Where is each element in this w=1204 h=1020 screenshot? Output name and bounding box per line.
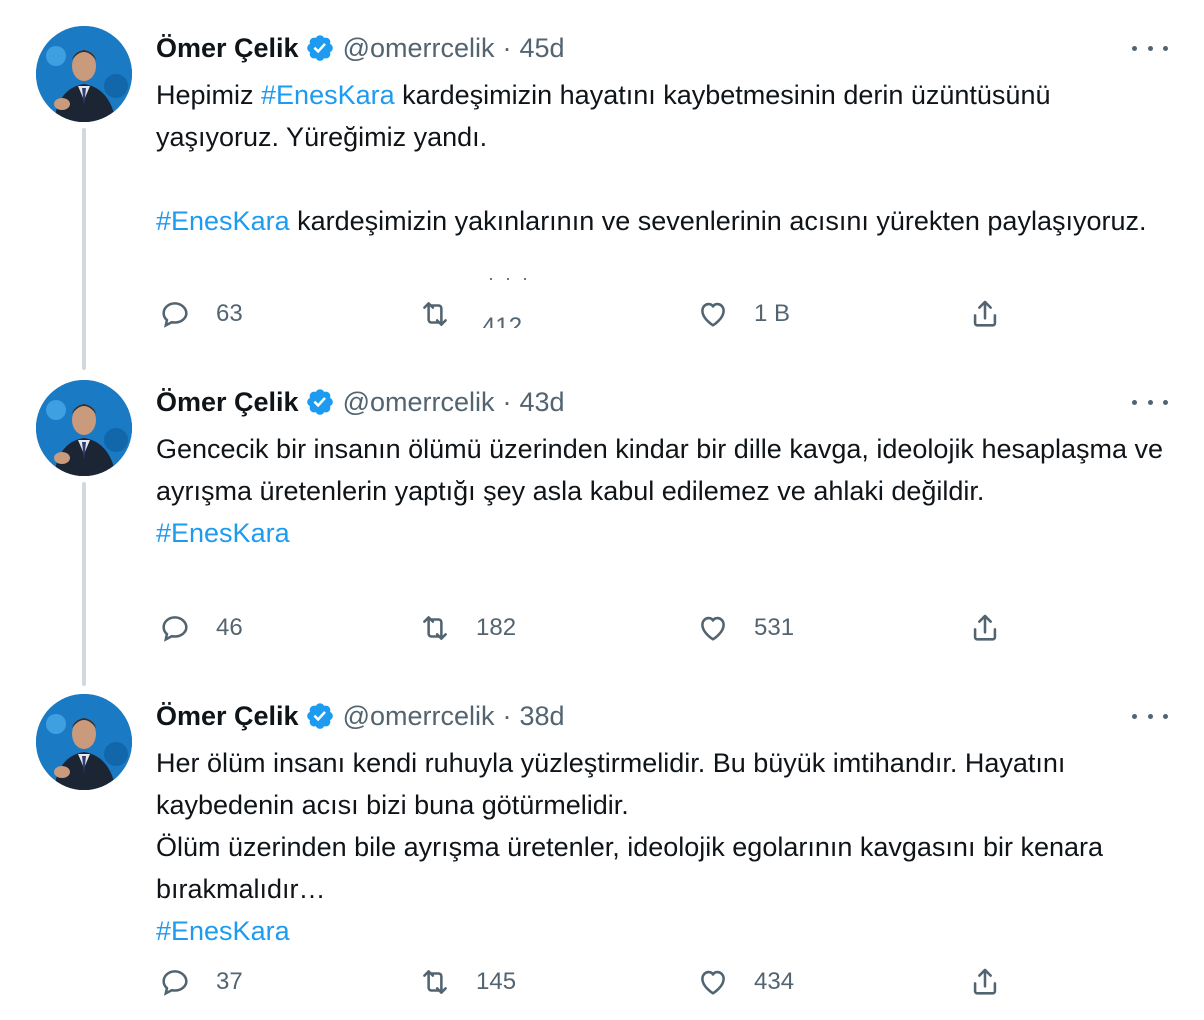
more-options-icon[interactable] <box>1132 390 1168 414</box>
tweet-text-segment: kardeşimizin yakınlarının ve sevenlerini… <box>289 206 1147 236</box>
profile-photo-icon <box>36 380 132 476</box>
author-handle[interactable]: @omerrcelik <box>343 33 495 64</box>
action-bar: 46 182 531 <box>156 608 1016 648</box>
timestamp[interactable]: 38d <box>520 701 565 732</box>
tweet-paragraph: #EnesKara kardeşimizin yakınlarının ve s… <box>156 200 1166 242</box>
retweet-count: 182 <box>476 614 517 641</box>
tweet-text-segment: Hepimiz <box>156 80 262 110</box>
share-icon <box>973 614 997 641</box>
tweet[interactable]: Ömer Çelik @omerrcelik · 45d Hepimiz #En… <box>0 26 1204 346</box>
author-name[interactable]: Ömer Çelik <box>156 701 299 732</box>
verified-badge-icon <box>305 387 335 417</box>
reply-button[interactable]: 63 <box>158 294 243 334</box>
verified-badge-icon <box>305 701 335 731</box>
tweet-text: Her ölüm insanı kendi ruhuyla yüzleştirm… <box>156 742 1166 952</box>
retweet-icon <box>423 970 447 994</box>
share-button[interactable] <box>968 962 1002 1002</box>
hashtag-link[interactable]: #EnesKara <box>156 518 290 548</box>
tweet-paragraph: #EnesKara <box>156 910 1166 952</box>
tweet-text-segment: Gencecik bir insanın ölümü üzerinden kin… <box>156 434 1164 506</box>
avatar[interactable] <box>36 380 132 476</box>
tweet-paragraph: Ölüm üzerinden bile ayrışma üretenler, i… <box>156 826 1166 910</box>
like-count: 531 <box>754 614 795 641</box>
tweet[interactable]: Ömer Çelik @omerrcelik · 43d Gencecik bi… <box>0 380 1204 660</box>
more-options-icon[interactable] <box>1132 704 1168 728</box>
author-name[interactable]: Ömer Çelik <box>156 33 299 64</box>
separator: · <box>502 32 512 63</box>
reply-count: 46 <box>216 614 243 641</box>
tweet-paragraph: Gencecik bir insanın ölümü üzerinden kin… <box>156 428 1166 512</box>
tweet-paragraph: Her ölüm insanı kendi ruhuyla yüzleştirm… <box>156 742 1166 826</box>
retweet-button[interactable]: · · · 412 <box>418 268 1204 334</box>
share-button[interactable] <box>968 608 1002 648</box>
retweet-icon <box>423 302 447 326</box>
profile-photo-icon <box>36 694 132 790</box>
heart-icon <box>701 970 725 995</box>
separator: · <box>502 700 512 731</box>
reply-icon <box>162 302 188 328</box>
heart-icon <box>701 302 725 327</box>
action-bar: 37 145 434 <box>156 962 1016 1002</box>
share-button[interactable] <box>968 294 1002 334</box>
tweet-text: Hepimiz #EnesKara kardeşimizin hayatını … <box>156 74 1166 242</box>
reply-button[interactable]: 46 <box>158 608 243 648</box>
tweet-text-segment: Ölüm üzerinden bile ayrışma üretenler, i… <box>156 832 1104 904</box>
like-button[interactable]: 1 B <box>696 294 790 334</box>
reply-button[interactable]: 37 <box>158 962 243 1002</box>
tweet[interactable]: Ömer Çelik @omerrcelik · 38d Her ölüm in… <box>0 694 1204 1014</box>
like-button[interactable]: 434 <box>696 962 794 1002</box>
tweet-paragraph: #EnesKara <box>156 512 1166 554</box>
more-options-icon[interactable] <box>1132 36 1168 60</box>
like-count: 434 <box>754 968 795 995</box>
heart-icon <box>701 616 725 641</box>
like-count: 1 B <box>754 300 791 327</box>
reply-count: 63 <box>216 300 243 327</box>
timestamp[interactable]: 43d <box>520 387 565 418</box>
author-handle[interactable]: @omerrcelik <box>343 701 495 732</box>
reply-icon <box>162 616 188 642</box>
retweet-count: 412 <box>482 313 523 328</box>
retweet-overflow-dots: · · · <box>488 268 531 288</box>
tweet-paragraph: Hepimiz #EnesKara kardeşimizin hayatını … <box>156 74 1166 158</box>
profile-photo-icon <box>36 26 132 122</box>
hashtag-link[interactable]: #EnesKara <box>156 206 290 236</box>
reply-count: 37 <box>216 968 243 995</box>
share-icon <box>973 300 997 327</box>
verified-badge-icon <box>305 33 335 63</box>
avatar[interactable] <box>36 26 132 122</box>
retweet-count: 145 <box>476 968 517 995</box>
share-icon <box>973 968 997 995</box>
retweet-button[interactable]: 145 <box>418 962 516 1002</box>
author-name[interactable]: Ömer Çelik <box>156 387 299 418</box>
action-bar: 63 · · · 412 1 B <box>156 268 1016 334</box>
reply-icon <box>162 970 188 996</box>
timestamp[interactable]: 45d <box>520 33 565 64</box>
retweet-icon <box>423 616 447 640</box>
hashtag-link[interactable]: #EnesKara <box>261 80 395 110</box>
avatar[interactable] <box>36 694 132 790</box>
separator: · <box>502 386 512 417</box>
tweet-text: Gencecik bir insanın ölümü üzerinden kin… <box>156 428 1166 554</box>
tweet-text-segment: Her ölüm insanı kendi ruhuyla yüzleştirm… <box>156 748 1066 820</box>
like-button[interactable]: 531 <box>696 608 794 648</box>
author-handle[interactable]: @omerrcelik <box>343 387 495 418</box>
hashtag-link[interactable]: #EnesKara <box>156 916 290 946</box>
retweet-button[interactable]: 182 <box>418 608 516 648</box>
